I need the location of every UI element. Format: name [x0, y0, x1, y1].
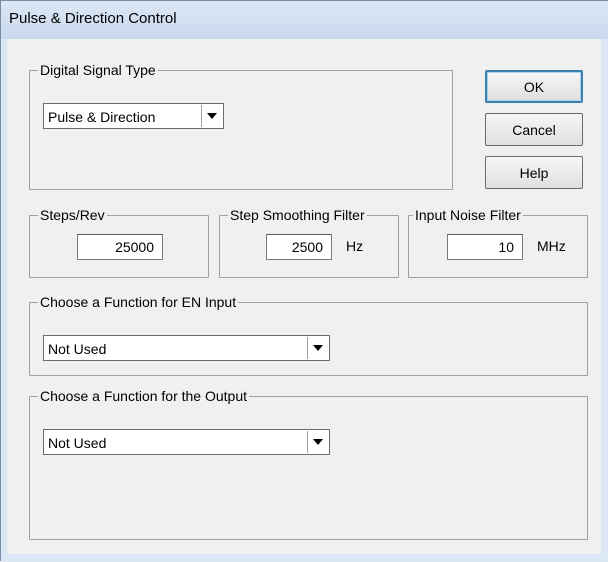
- output-group: Choose a Function for the Output Not Use…: [29, 387, 588, 540]
- noise-unit: MHz: [537, 238, 566, 254]
- signal-type-label: Digital Signal Type: [38, 61, 158, 79]
- smoothing-filter-input[interactable]: 2500: [266, 234, 332, 260]
- dropdown-arrow-icon[interactable]: [307, 431, 328, 453]
- smoothing-filter-label: Step Smoothing Filter: [228, 206, 367, 224]
- window-title: Pulse & Direction Control: [9, 10, 177, 27]
- noise-filter-group: Input Noise Filter 10 MHz: [408, 206, 588, 278]
- en-input-label: Choose a Function for EN Input: [38, 293, 239, 311]
- signal-type-select[interactable]: Pulse & Direction: [43, 103, 224, 129]
- dialog-window: Pulse & Direction Control Digital Signal…: [0, 0, 608, 562]
- help-button[interactable]: Help: [485, 156, 583, 189]
- signal-type-group: Digital Signal Type Pulse & Direction: [29, 61, 453, 190]
- steps-rev-group: Steps/Rev 25000: [29, 206, 209, 278]
- en-input-group: Choose a Function for EN Input Not Used: [29, 293, 588, 376]
- steps-rev-label: Steps/Rev: [38, 206, 107, 224]
- cancel-button[interactable]: Cancel: [485, 113, 583, 146]
- signal-type-value: Pulse & Direction: [48, 109, 156, 125]
- steps-rev-input[interactable]: 25000: [77, 234, 163, 260]
- noise-filter-label: Input Noise Filter: [413, 206, 523, 224]
- output-value: Not Used: [48, 435, 107, 451]
- window-frame-left: [1, 39, 7, 562]
- dropdown-arrow-icon[interactable]: [201, 105, 222, 127]
- dropdown-arrow-icon[interactable]: [307, 337, 328, 359]
- noise-filter-input[interactable]: 10: [447, 234, 523, 260]
- en-input-select[interactable]: Not Used: [43, 335, 330, 361]
- smoothing-unit: Hz: [346, 238, 364, 254]
- output-label: Choose a Function for the Output: [38, 387, 250, 405]
- smoothing-filter-group: Step Smoothing Filter 2500 Hz: [219, 206, 399, 278]
- ok-button[interactable]: OK: [485, 70, 583, 103]
- window-frame-right: [601, 39, 608, 562]
- output-select[interactable]: Not Used: [43, 429, 330, 455]
- title-bar[interactable]: Pulse & Direction Control: [1, 1, 608, 39]
- en-input-value: Not Used: [48, 341, 107, 357]
